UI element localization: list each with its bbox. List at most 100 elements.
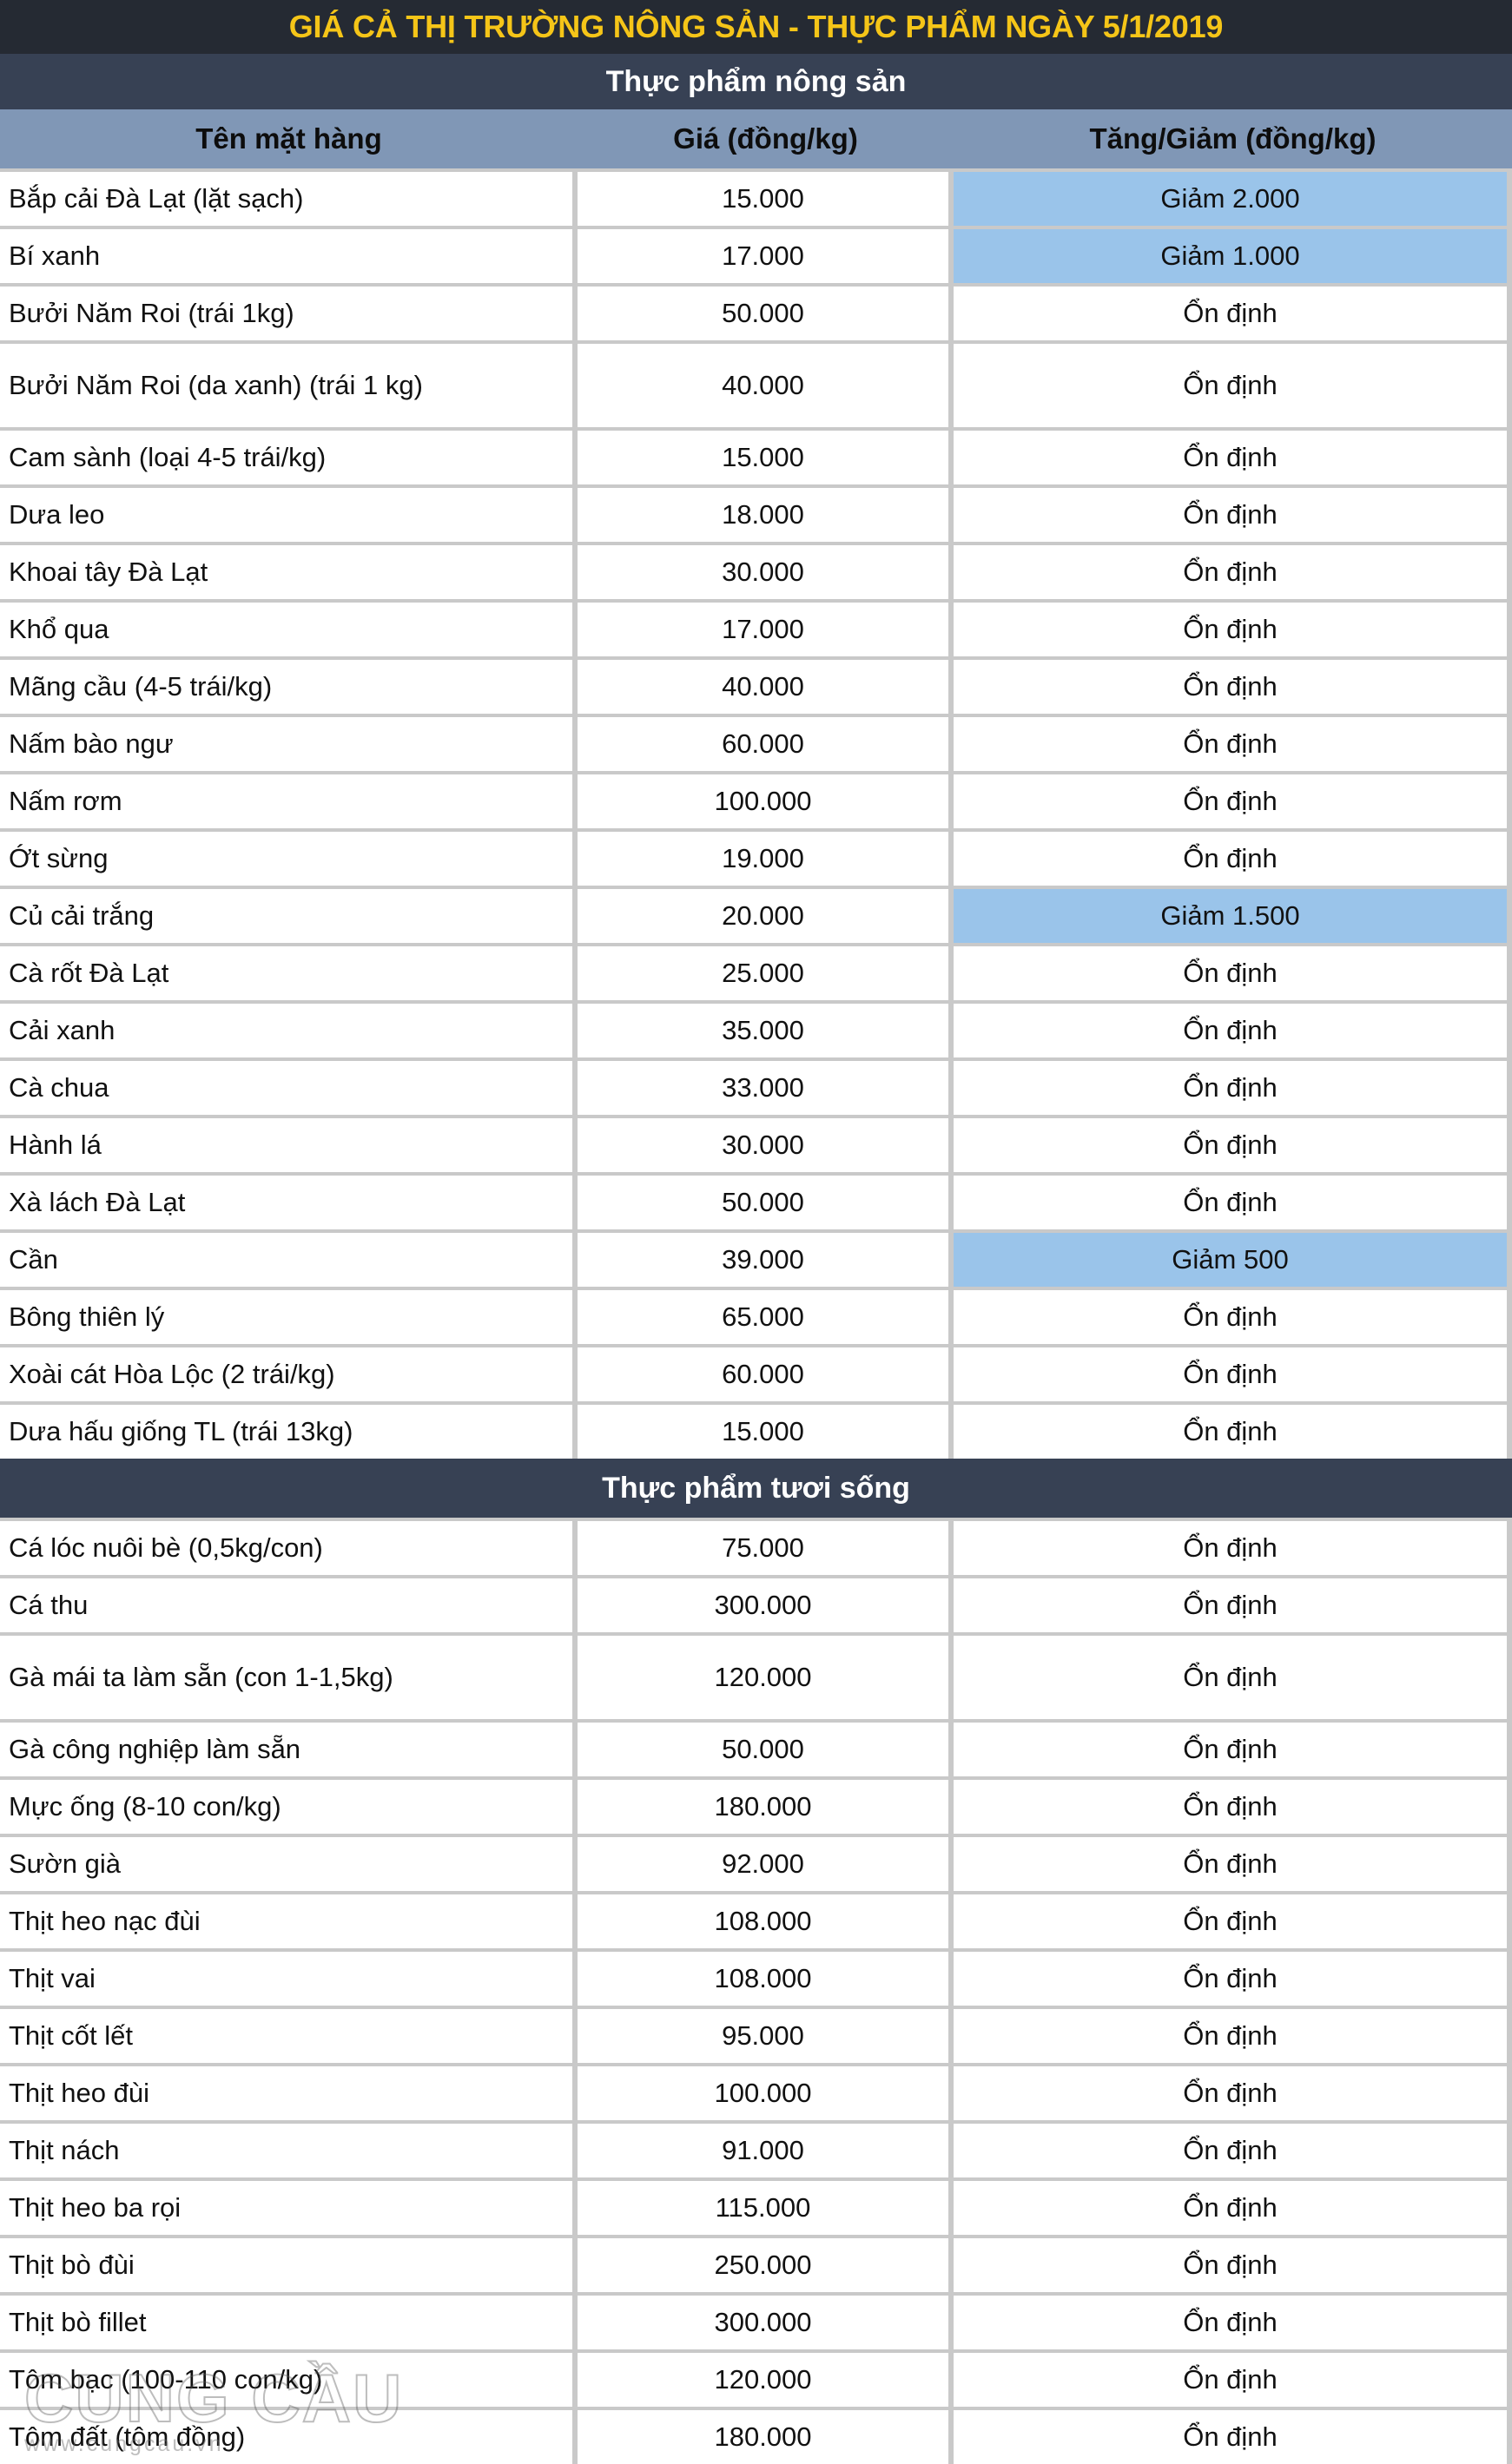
- table-row: Cà chua 33.000 Ổn định: [0, 1057, 1512, 1115]
- cell-price: 20.000: [578, 889, 948, 943]
- cell-item-name: Hành lá: [0, 1118, 572, 1172]
- cell-price: 40.000: [578, 344, 948, 427]
- table-row: Cá thu 300.000 Ổn định: [0, 1575, 1512, 1632]
- section-heading-label: Thực phẩm tươi sống: [602, 1471, 910, 1505]
- cell-delta-stable: Ổn định: [954, 946, 1507, 1000]
- cell-price: 100.000: [578, 2066, 948, 2120]
- cell-price: 30.000: [578, 1118, 948, 1172]
- table-row: Hành lá 30.000 Ổn định: [0, 1115, 1512, 1172]
- cell-item-name: Bắp cải Đà Lạt (lặt sạch): [0, 172, 572, 226]
- table-row: Bắp cải Đà Lạt (lặt sạch) 15.000 Giảm 2.00…: [0, 168, 1512, 226]
- cell-item-name: Thịt bò fillet: [0, 2296, 572, 2349]
- table-row: Ớt sừng 19.000 Ổn định: [0, 828, 1512, 886]
- table-row: Sườn già 92.000 Ổn định: [0, 1834, 1512, 1891]
- cell-price: 108.000: [578, 1894, 948, 1948]
- cell-price: 15.000: [578, 1405, 948, 1459]
- cell-delta-stable: Ổn định: [954, 603, 1507, 656]
- table-row: Thịt heo đùi 100.000 Ổn định: [0, 2063, 1512, 2120]
- cell-delta-stable: Ổn định: [954, 2353, 1507, 2407]
- cell-price: 300.000: [578, 1578, 948, 1632]
- cell-item-name: Cam sành (loại 4-5 trái/kg): [0, 431, 572, 484]
- cell-price: 75.000: [578, 1521, 948, 1575]
- cell-item-name: Cá thu: [0, 1578, 572, 1632]
- cell-item-name: Mực ống (8-10 con/kg): [0, 1780, 572, 1834]
- cell-price: 180.000: [578, 2410, 948, 2464]
- cell-item-name: Bông thiên lý: [0, 1290, 572, 1344]
- cell-delta-stable: Ổn định: [954, 1347, 1507, 1401]
- cell-delta-stable: Ổn định: [954, 2238, 1507, 2292]
- cell-item-name: Thịt heo ba rọi: [0, 2181, 572, 2235]
- cell-item-name: Khổ qua: [0, 603, 572, 656]
- cell-price: 60.000: [578, 1347, 948, 1401]
- cell-price: 120.000: [578, 2353, 948, 2407]
- table-row: Cam sành (loại 4-5 trái/kg) 15.000 Ổn định: [0, 427, 1512, 484]
- table-row: Tôm bạc (100-110 con/kg) 120.000 Ổn định: [0, 2349, 1512, 2407]
- cell-price: 15.000: [578, 431, 948, 484]
- cell-item-name: Cải xanh: [0, 1004, 572, 1057]
- cell-delta-changed: Giảm 1.000: [954, 229, 1507, 283]
- cell-delta-stable: Ổn định: [954, 287, 1507, 340]
- cell-item-name: Bưởi Năm Roi (da xanh) (trái 1 kg): [0, 344, 572, 427]
- table-row: Cà rốt Đà Lạt 25.000 Ổn định: [0, 943, 1512, 1000]
- table-row: Khoai tây Đà Lạt 30.000 Ổn định: [0, 542, 1512, 599]
- cell-price: 91.000: [578, 2124, 948, 2177]
- cell-delta-stable: Ổn định: [954, 1780, 1507, 1834]
- cell-item-name: Dưa hấu giống TL (trái 13kg): [0, 1405, 572, 1459]
- cell-delta-stable: Ổn định: [954, 488, 1507, 542]
- cell-price: 19.000: [578, 832, 948, 886]
- cell-delta-stable: Ổn định: [954, 1952, 1507, 2006]
- table-row: Cá lóc nuôi bè (0,5kg/con) 75.000 Ổn định: [0, 1518, 1512, 1575]
- cell-item-name: Thịt cốt lết: [0, 2009, 572, 2063]
- cell-item-name: Ớt sừng: [0, 832, 572, 886]
- table-row: Nấm bào ngư 60.000 Ổn định: [0, 714, 1512, 771]
- cell-delta-stable: Ổn định: [954, 1004, 1507, 1057]
- cell-item-name: Tôm đất (tôm đồng): [0, 2410, 572, 2464]
- table-row: Nấm rơm 100.000 Ổn định: [0, 771, 1512, 828]
- cell-item-name: Xà lách Đà Lạt: [0, 1176, 572, 1229]
- price-table: GIÁ CẢ THỊ TRƯỜNG NÔNG SẢN - THỰC PHẨM N…: [0, 0, 1512, 2464]
- table-row: Thịt nách 91.000 Ổn định: [0, 2120, 1512, 2177]
- cell-price: 39.000: [578, 1233, 948, 1287]
- cell-price: 33.000: [578, 1061, 948, 1115]
- cell-price: 95.000: [578, 2009, 948, 2063]
- cell-price: 50.000: [578, 287, 948, 340]
- column-header-name: Tên mặt hàng: [195, 122, 382, 155]
- cell-delta-stable: Ổn định: [954, 1118, 1507, 1172]
- cell-item-name: Thịt nách: [0, 2124, 572, 2177]
- cell-delta-stable: Ổn định: [954, 344, 1507, 427]
- cell-delta-stable: Ổn định: [954, 2410, 1507, 2464]
- cell-price: 17.000: [578, 229, 948, 283]
- cell-item-name: Khoai tây Đà Lạt: [0, 545, 572, 599]
- table-row: Bưởi Năm Roi (da xanh) (trái 1 kg) 40.000…: [0, 340, 1512, 427]
- table-row: Xoài cát Hòa Lộc (2 trái/kg) 60.000 Ổn địn…: [0, 1344, 1512, 1401]
- table-row: Cải xanh 35.000 Ổn định: [0, 1000, 1512, 1057]
- table-row: Khổ qua 17.000 Ổn định: [0, 599, 1512, 656]
- cell-delta-stable: Ổn định: [954, 1405, 1507, 1459]
- section-heading-fresh: Thực phẩm tươi sống: [0, 1459, 1512, 1518]
- cell-price: 15.000: [578, 172, 948, 226]
- page-title: GIÁ CẢ THỊ TRƯỜNG NÔNG SẢN - THỰC PHẨM N…: [288, 9, 1224, 44]
- cell-item-name: Bưởi Năm Roi (trái 1kg): [0, 287, 572, 340]
- table-row: Bông thiên lý 65.000 Ổn định: [0, 1287, 1512, 1344]
- cell-price: 17.000: [578, 603, 948, 656]
- table-row: Thịt cốt lết 95.000 Ổn định: [0, 2006, 1512, 2063]
- cell-item-name: Cà rốt Đà Lạt: [0, 946, 572, 1000]
- cell-delta-stable: Ổn định: [954, 2066, 1507, 2120]
- cell-item-name: Xoài cát Hòa Lộc (2 trái/kg): [0, 1347, 572, 1401]
- cell-delta-stable: Ổn định: [954, 717, 1507, 771]
- cell-price: 180.000: [578, 1780, 948, 1834]
- cell-price: 30.000: [578, 545, 948, 599]
- cell-price: 300.000: [578, 2296, 948, 2349]
- cell-delta-stable: Ổn định: [954, 2009, 1507, 2063]
- cell-delta-stable: Ổn định: [954, 545, 1507, 599]
- cell-delta-stable: Ổn định: [954, 1894, 1507, 1948]
- cell-delta-stable: Ổn định: [954, 660, 1507, 714]
- cell-price: 100.000: [578, 774, 948, 828]
- cell-delta-changed: Giảm 1.500: [954, 889, 1507, 943]
- table-row: Bí xanh 17.000 Giảm 1.000: [0, 226, 1512, 283]
- column-header-delta: Tăng/Giảm (đồng/kg): [1089, 122, 1377, 155]
- table-row: Thịt bò đùi 250.000 Ổn định: [0, 2235, 1512, 2292]
- cell-price: 92.000: [578, 1837, 948, 1891]
- table-row: Gà công nghiệp làm sẵn 50.000 Ổn định: [0, 1719, 1512, 1776]
- cell-item-name: Thịt vai: [0, 1952, 572, 2006]
